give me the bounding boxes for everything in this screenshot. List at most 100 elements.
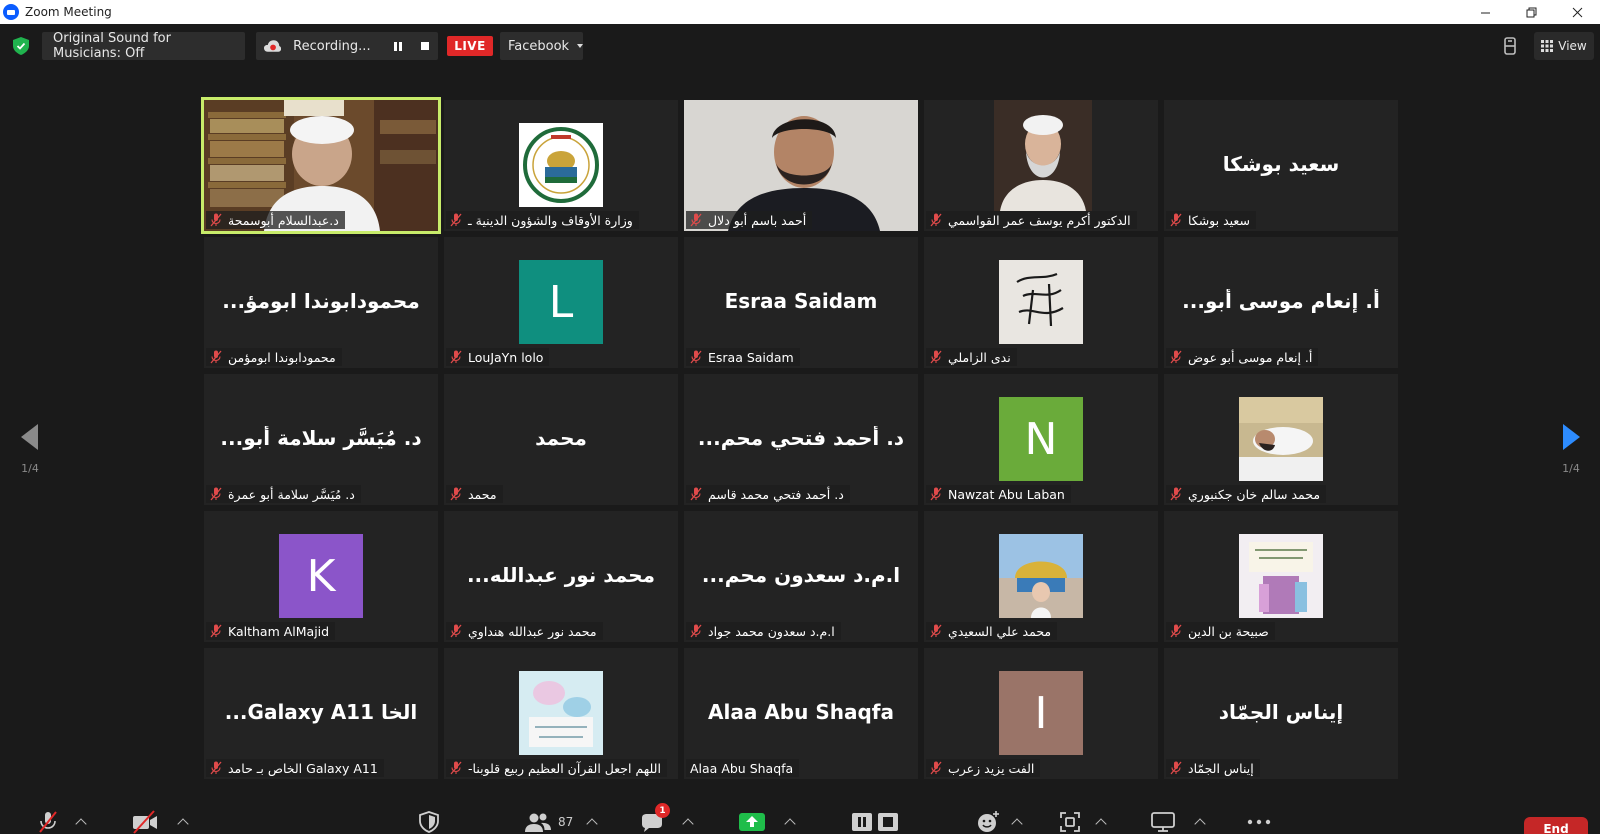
participant-tile[interactable]: -اللهم اجعل القرآن العظيم ربيع قلوبنا [444,648,678,779]
share-options-chevron[interactable] [784,810,796,834]
participant-name: Kaltham AlMajid [228,623,330,639]
apps-button[interactable] [1058,810,1082,834]
muted-mic-icon [1170,624,1182,638]
muted-mic-icon [930,487,942,501]
participant-name: د. أحمد فتحي محمد قاسم [708,486,844,502]
participant-tile[interactable]: ...محمودابوندا ابومؤ محمودابوندا ابومؤمن [204,237,438,368]
participant-tile[interactable]: وزارة الأوقاف والشؤون الدينية ـ [444,100,678,231]
cloud-recording-icon [264,40,282,52]
unmute-button[interactable] [36,810,60,834]
participant-name: LouJaYn lolo [468,349,544,365]
immersive-view-icon[interactable] [1498,34,1522,58]
live-stream-target-dropdown[interactable]: Facebook [500,32,584,60]
participants-options-chevron[interactable] [586,810,598,834]
participant-tile[interactable]: N Nawzat Abu Laban [924,374,1158,505]
video-off-icon [133,810,157,834]
reactions-options-chevron[interactable] [1011,810,1023,834]
participant-name: الخاص بـ حامد Galaxy A11 [228,760,378,776]
participant-name: أ. إنعام موسى أبو عوض [1188,349,1313,365]
close-button[interactable] [1554,0,1600,24]
participant-tile[interactable]: سعيد بوشكا سعيد بوشكا [1164,100,1398,231]
participant-tile[interactable]: ...أ. إنعام موسى أبو أ. إنعام موسى أبو عو… [1164,237,1398,368]
participants-button[interactable]: 87 [524,810,573,834]
stop-recording-button[interactable] [411,32,438,60]
chat-options-chevron[interactable] [682,810,694,834]
participant-tile[interactable]: ...ا.م.د سعدون محم ا.م.د سعدون محمد جواد [684,511,918,642]
chat-button[interactable]: 1 [640,803,670,834]
audio-options-chevron[interactable] [75,810,87,834]
participant-tile[interactable]: إيناس الجمّاد إيناس الجمّاد [1164,648,1398,779]
view-button[interactable]: View [1534,32,1594,60]
security-shield-icon [419,811,439,833]
participant-name: سعيد بوشكا [1188,212,1250,228]
participant-display-name: ...ا.م.د سعدون محم [701,563,901,587]
muted-mic-icon [210,487,222,501]
participant-tile[interactable]: محمد سالم خان جكنبوري [1164,374,1398,505]
participant-name: ا.م.د سعدون محمد جواد [708,623,835,639]
next-page-arrow-icon[interactable] [1562,424,1580,450]
stop-icon [420,42,429,50]
participant-nameplate: أ. إنعام موسى أبو عوض [1166,348,1319,366]
restore-icon [1526,7,1536,17]
restore-button[interactable] [1508,0,1554,24]
share-screen-button[interactable] [738,810,766,834]
participant-tile-active-speaker[interactable]: د.عبدالسلام أبوسمحة [201,97,441,234]
participant-tile[interactable]: ...د. أحمد فتحي محم د. أحمد فتحي محمد قاس… [684,374,918,505]
muted-mic-icon [210,761,222,775]
participant-nameplate: الدكتور أكرم يوسف عمر القواسمي [926,211,1137,229]
participant-nameplate: إيناس الجمّاد [1166,759,1260,777]
more-dots-icon [1247,819,1271,825]
participant-display-name: Esraa Saidam [724,289,878,313]
participant-tile[interactable]: الدكتور أكرم يوسف عمر القواسمي [924,100,1158,231]
whiteboard-button[interactable] [1150,810,1176,834]
pause-stop-recording-button[interactable] [851,810,899,834]
pause-recording-button[interactable] [385,32,412,60]
original-sound-button[interactable]: Original Sound for Musicians: Off [42,31,245,61]
participant-tile[interactable]: ندى الزاملي [924,237,1158,368]
muted-mic-icon [1170,350,1182,364]
start-video-button[interactable] [131,810,159,834]
participant-tile[interactable]: K Kaltham AlMajid [204,511,438,642]
participant-tile[interactable]: صبيحة بن الدين [1164,511,1398,642]
participant-tile[interactable]: Esraa Saidam Esraa Saidam [684,237,918,368]
participant-tile[interactable]: I الفت يزيد زعرب [924,648,1158,779]
participant-profile-photo [999,534,1083,618]
participant-profile-image [1239,534,1323,618]
whiteboard-options-chevron[interactable] [1194,810,1206,834]
apps-options-chevron[interactable] [1095,810,1107,834]
minimize-button[interactable] [1462,0,1508,24]
participant-display-name: Alaa Abu Shaqfa [708,700,894,724]
participant-tile[interactable]: أحمد باسم أبو دلال [684,100,918,231]
reactions-button[interactable] [976,810,1000,834]
original-sound-label: Original Sound for Musicians: Off [53,31,171,61]
participant-tile[interactable]: ...محمد نور عبدالله محمد نور عبدالله هندا… [444,511,678,642]
end-meeting-button[interactable]: End [1524,817,1588,834]
page-indicator-left: 1/4 [21,462,39,475]
pause-stop-recording-icon [852,813,898,831]
muted-mic-icon [1170,761,1182,775]
participant-tile[interactable]: محمد محمد [444,374,678,505]
participant-name: د.عبدالسلام أبوسمحة [228,212,339,228]
participant-tile[interactable]: Alaa Abu Shaqfa Alaa Abu Shaqfa [684,648,918,779]
stream-target-label: Facebook [508,38,570,54]
participant-tile[interactable]: ...Galaxy A11 الخا الخاص بـ حامد Galaxy A… [204,648,438,779]
participants-icon [525,813,551,832]
encryption-shield-icon[interactable] [13,37,29,55]
security-button[interactable] [418,810,440,834]
video-options-chevron[interactable] [177,810,189,834]
participant-display-name: ...أ. إنعام موسى أبو [1182,289,1380,313]
chat-unread-badge: 1 [655,803,670,818]
participant-tile[interactable]: ...د. مُيَسَّر سلامة أبو د. مُيَسَّر سلام… [204,374,438,505]
chevron-up-icon [1194,818,1206,830]
close-icon [1572,7,1582,17]
participant-nameplate: Nawzat Abu Laban [926,485,1071,503]
previous-page-arrow-icon[interactable] [21,424,39,450]
muted-mic-icon [210,350,222,364]
muted-mic-icon [450,761,462,775]
more-button[interactable] [1247,810,1271,834]
participant-nameplate: Alaa Abu Shaqfa [686,759,800,777]
participant-tile[interactable]: محمد علي السعيدي [924,511,1158,642]
participant-tile[interactable]: L LouJaYn lolo [444,237,678,368]
participant-display-name: ...Galaxy A11 الخا [224,700,418,724]
grid-view-icon [1541,40,1554,52]
